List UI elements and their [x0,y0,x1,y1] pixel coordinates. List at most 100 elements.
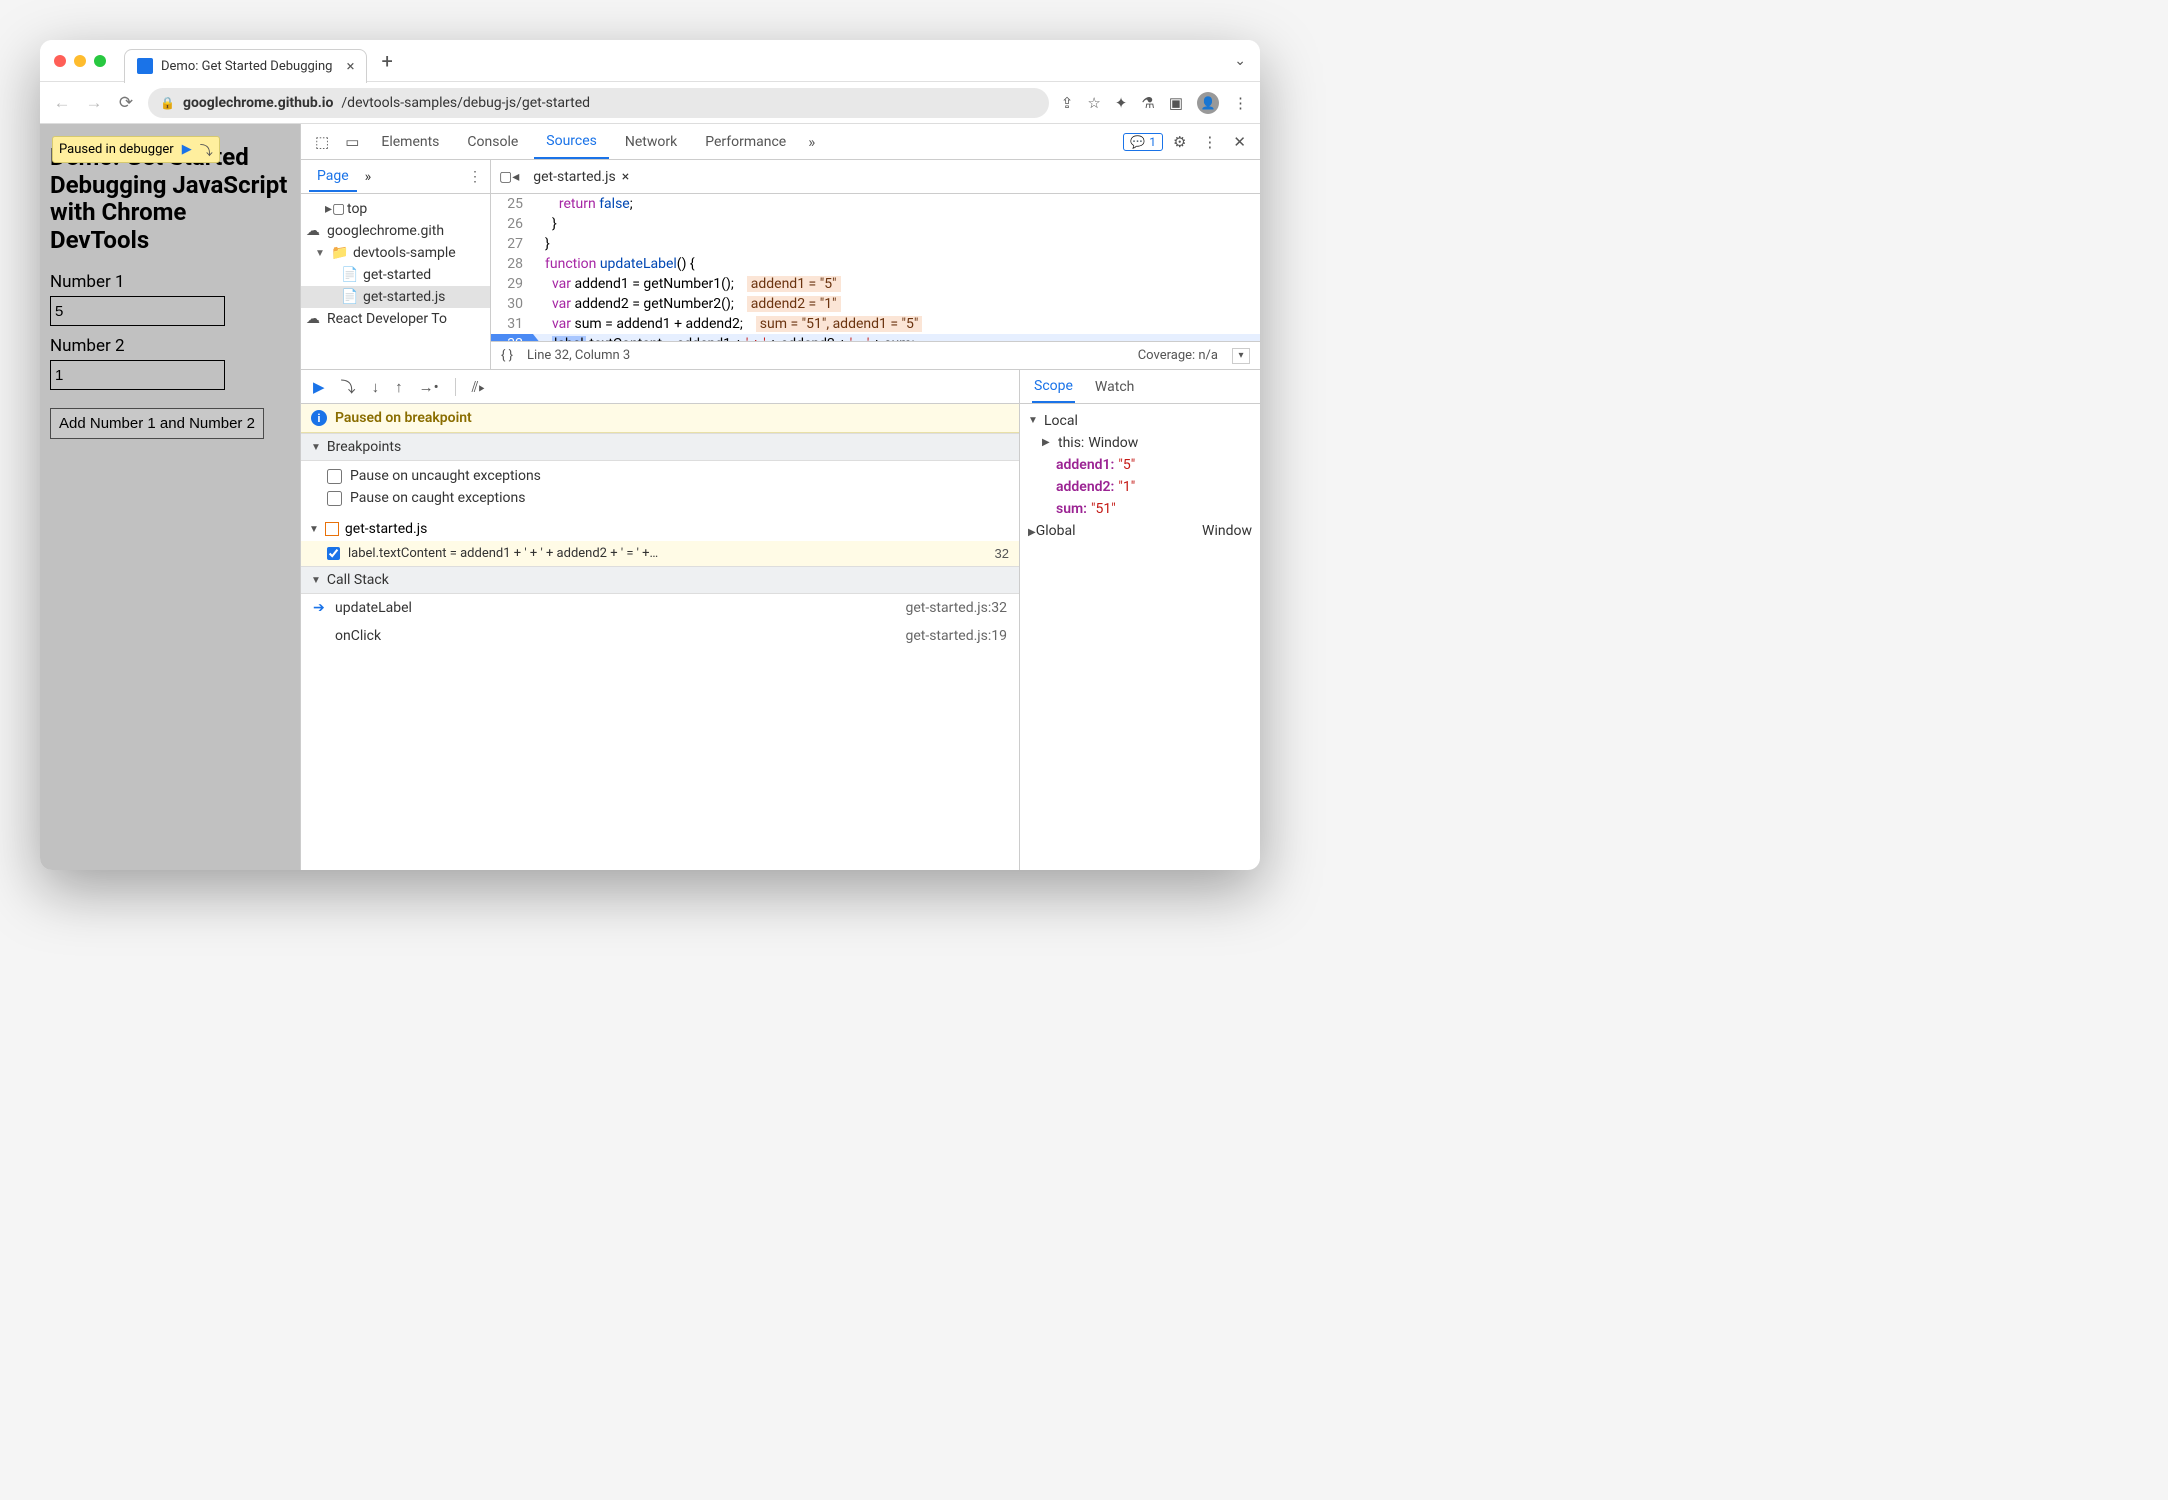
share-icon[interactable]: ⇪ [1061,94,1074,112]
editor-tab[interactable]: get-started.js × [529,165,633,189]
url-path: /devtools-samples/debug-js/get-started [341,95,590,111]
editor-tab-label: get-started.js [533,169,615,185]
info-icon: i [311,410,327,426]
devtools-close-button[interactable]: ✕ [1227,129,1252,155]
devtools: ⬚ ▭ Elements Console Sources Network Per… [300,124,1260,870]
step-out-button[interactable]: ↑ [395,378,403,396]
forward-button[interactable]: → [84,93,104,113]
number1-input[interactable] [50,296,225,326]
breakpoint-text: label.textContent = addend1 + ' + ' + ad… [348,546,658,561]
step-into-button[interactable]: ↓ [372,378,380,396]
navigator-panel: Page » ⋮ ▸▢top ☁googlechrome.gith ▼📁devt… [301,160,491,369]
toggle-navigator-icon[interactable]: ▢◂ [499,169,519,185]
tab-network[interactable]: Network [613,126,689,158]
pause-uncaught-checkbox[interactable]: Pause on uncaught exceptions [327,465,1009,487]
callstack-frame-1[interactable]: ➔onClickget-started.js:19 [301,622,1019,650]
scope-global[interactable]: ▶GlobalWindow [1028,520,1252,544]
pretty-print-icon[interactable]: { } [501,348,513,363]
deactivate-breakpoints-button[interactable]: ⫽▸ [472,378,486,396]
scope-addend2: addend2: "1" [1028,476,1252,498]
close-tab-button[interactable]: × [346,57,354,75]
breakpoint-line[interactable]: label.textContent = addend1 + ' + ' + ad… [301,541,1019,566]
pause-caught-checkbox[interactable]: Pause on caught exceptions [327,487,1009,509]
tree-top[interactable]: ▸▢top [301,198,490,220]
number2-label: Number 2 [50,336,290,356]
tab-performance[interactable]: Performance [693,126,798,158]
messages-badge[interactable]: 💬 1 [1123,133,1163,151]
settings-icon[interactable]: ⚙ [1167,129,1192,155]
favicon-icon [137,58,153,74]
scope-addend1: addend1: "5" [1028,454,1252,476]
number1-label: Number 1 [50,272,290,292]
tab-menu-button[interactable]: ⌄ [1234,53,1246,69]
lock-icon: 🔒 [160,96,175,110]
omnibox[interactable]: 🔒 googlechrome.github.io/devtools-sample… [148,88,1049,118]
chrome-menu-button[interactable]: ⋮ [1233,94,1248,112]
back-button[interactable]: ← [52,93,72,113]
nav-more-tabs[interactable]: » [365,169,372,185]
breakpoints-header[interactable]: ▼Breakpoints [301,433,1019,461]
scope-this[interactable]: ▶this: Window [1028,432,1252,454]
editor-tab-close[interactable]: × [622,169,629,185]
debugger-toolbar: ▶ ⤵ ↓ ↑ →• ⫽▸ [301,370,1019,404]
device-toggle-icon[interactable]: ▭ [339,129,365,155]
scope-sum: sum: "51" [1028,498,1252,520]
bookmark-icon[interactable]: ☆ [1087,94,1100,112]
tab-sources[interactable]: Sources [534,125,609,159]
breakpoint-icon [325,522,339,536]
devtools-tabs: ⬚ ▭ Elements Console Sources Network Per… [301,124,1260,160]
add-button[interactable]: Add Number 1 and Number 2 [50,408,264,439]
resume-button[interactable]: ▶ [313,378,325,396]
tab-console[interactable]: Console [455,126,530,158]
step-button[interactable]: →• [419,378,439,396]
side-panel-icon[interactable]: ▣ [1169,94,1183,112]
rendered-page: Paused in debugger ▶ ⤵ Demo: Get Started… [40,124,300,870]
browser-window: Demo: Get Started Debugging × + ⌄ ← → ⟳ … [40,40,1260,870]
devtools-menu-button[interactable]: ⋮ [1196,129,1223,155]
labs-icon[interactable]: ⚗ [1141,94,1154,112]
tree-file-html[interactable]: 📄get-started [301,264,490,286]
tree-react[interactable]: ☁React Developer To [301,308,490,330]
titlebar: Demo: Get Started Debugging × + ⌄ [40,40,1260,82]
current-line: 32 label.textContent = addend1 + ' + ' +… [491,334,1260,341]
scope-watch-tabs: Scope Watch [1020,370,1260,404]
tree-domain[interactable]: ☁googlechrome.gith [301,220,490,242]
code-editor: ▢◂ get-started.js × 25 return false; 26 … [491,160,1260,369]
breakpoint-line-number: 32 [995,546,1009,561]
maximize-window-button[interactable] [94,55,106,67]
extensions-icon[interactable]: ✦ [1115,94,1128,112]
number2-input[interactable] [50,360,225,390]
new-tab-button[interactable]: + [381,49,392,73]
inspect-icon[interactable]: ⬚ [309,129,335,155]
nav-menu-button[interactable]: ⋮ [468,169,482,185]
nav-tab-page[interactable]: Page [309,162,357,192]
coverage-dropdown[interactable]: ▾ [1232,348,1250,364]
close-window-button[interactable] [54,55,66,67]
tab-elements[interactable]: Elements [369,126,451,158]
paused-message: i Paused on breakpoint [301,404,1019,433]
overlay-step-button[interactable]: ⤵ [200,140,213,159]
editor-status-bar: { } Line 32, Column 3 Coverage: n/a ▾ [491,341,1260,369]
minimize-window-button[interactable] [74,55,86,67]
debugger-panel: ▶ ⤵ ↓ ↑ →• ⫽▸ i Paused on breakpoint [301,370,1020,870]
callstack-header[interactable]: ▼Call Stack [301,566,1019,594]
callstack-frame-0[interactable]: ➔updateLabelget-started.js:32 [301,594,1019,622]
step-over-button[interactable]: ⤵ [341,376,356,397]
scope-panel: Scope Watch ▼Local ▶this: Window addend1… [1020,370,1260,870]
tab-watch[interactable]: Watch [1093,372,1136,402]
toolbar-icons: ⇪ ☆ ✦ ⚗ ▣ 👤 ⋮ [1061,92,1248,114]
profile-avatar[interactable]: 👤 [1197,92,1219,114]
tree-file-js[interactable]: 📄get-started.js [301,286,490,308]
navigator-tabs: Page » ⋮ [301,160,490,194]
reload-button[interactable]: ⟳ [116,93,136,113]
scope-local[interactable]: ▼Local [1028,410,1252,432]
tree-folder[interactable]: ▼📁devtools-sample [301,242,490,264]
tab-scope[interactable]: Scope [1032,371,1075,403]
breakpoint-file[interactable]: ▼get-started.js [301,517,1019,541]
browser-tab[interactable]: Demo: Get Started Debugging × [124,49,367,83]
paused-overlay: Paused in debugger ▶ ⤵ [52,136,220,163]
overlay-resume-button[interactable]: ▶ [182,142,192,157]
breakpoint-checkbox[interactable] [327,547,340,560]
more-tabs-button[interactable]: » [802,129,821,155]
code-area[interactable]: 25 return false; 26 } 27} 28function upd… [491,194,1260,341]
